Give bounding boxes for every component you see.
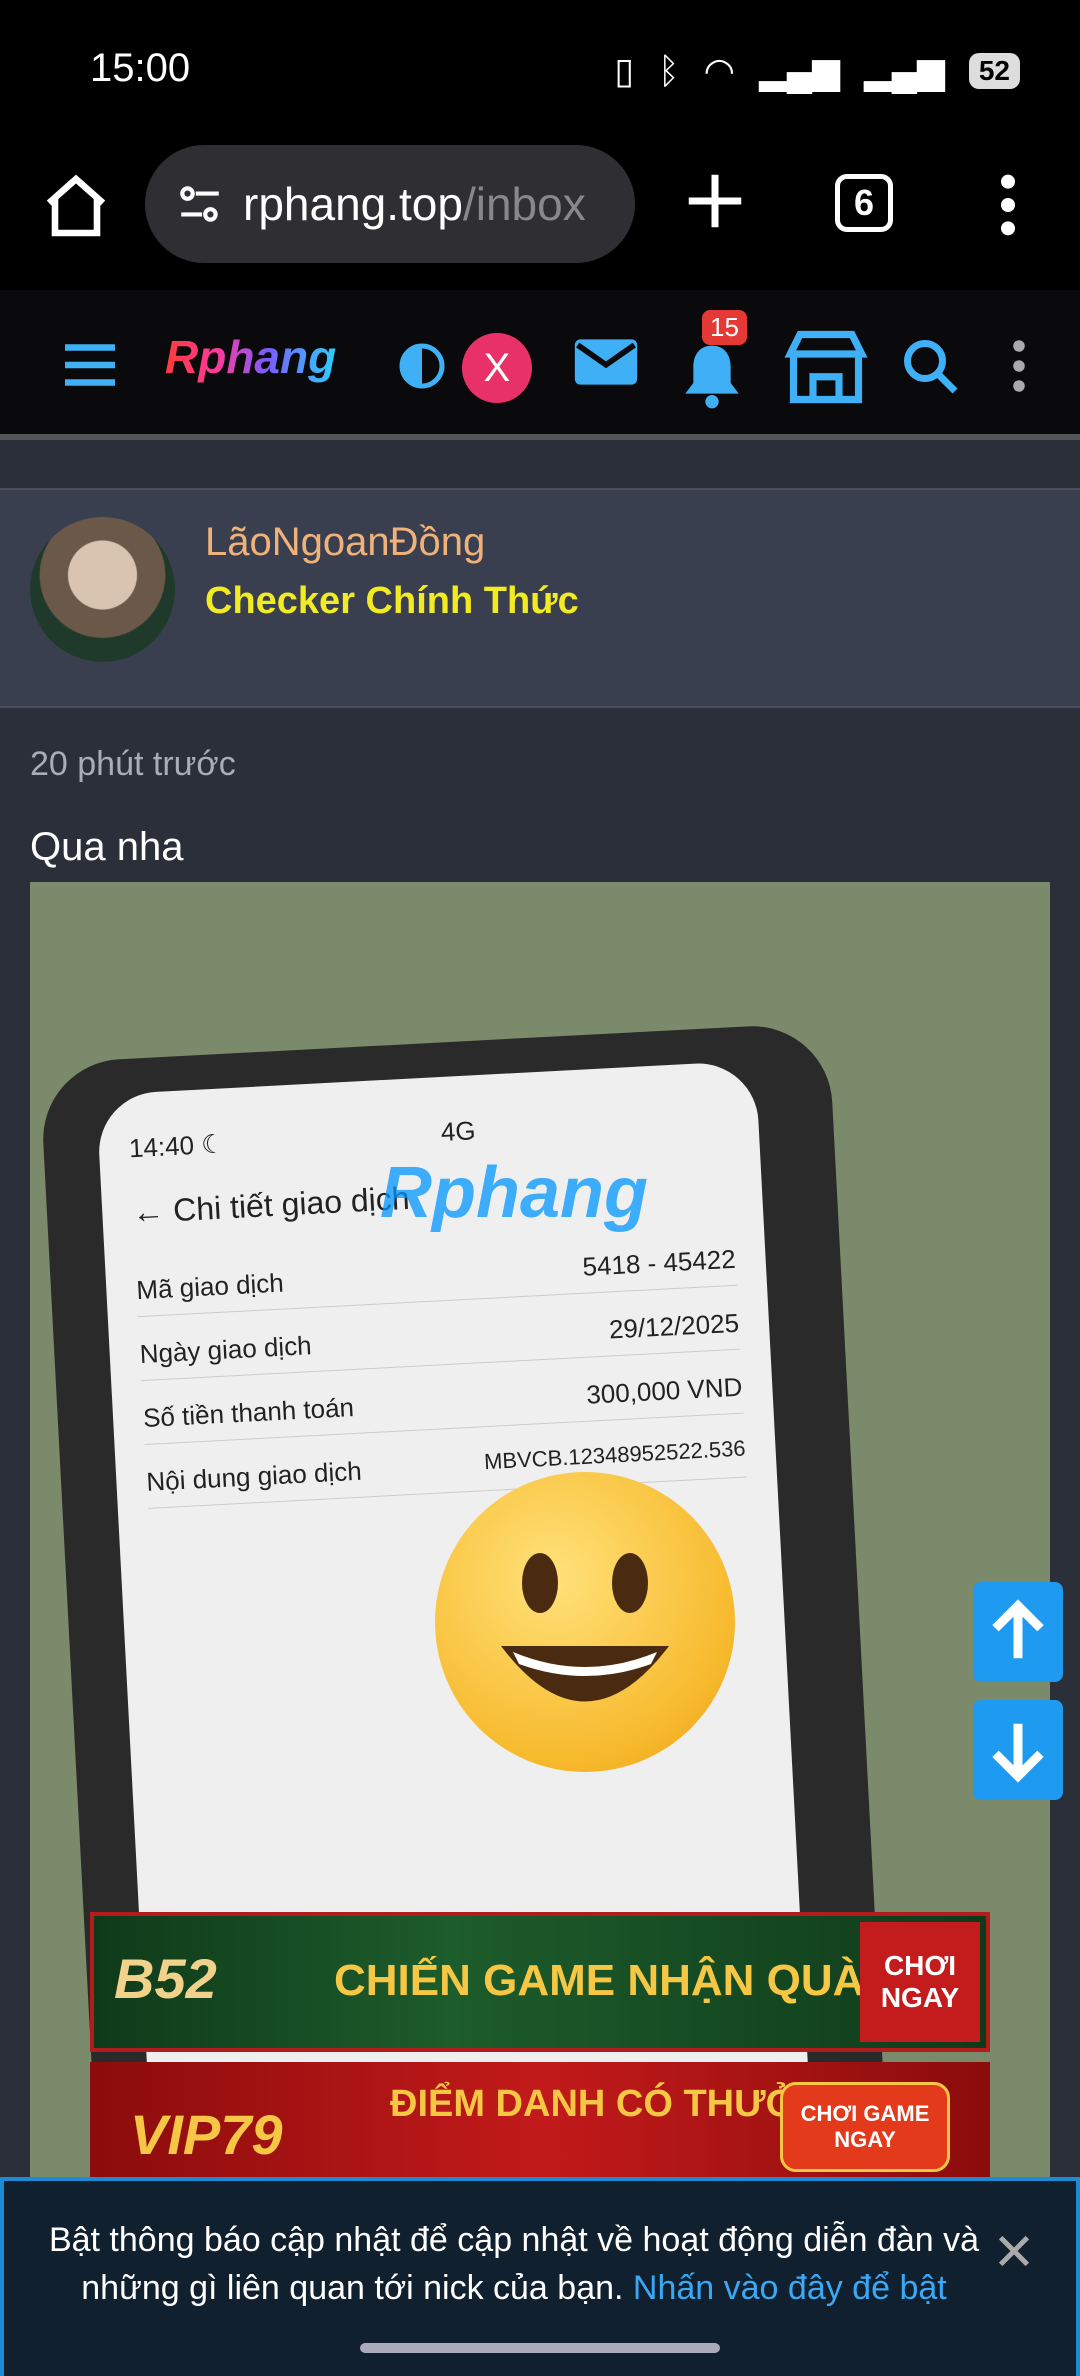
- author-username[interactable]: LãoNgoanĐồng: [205, 520, 485, 565]
- browser-toolbar: rphang.top/inbox 6: [0, 140, 1080, 290]
- gesture-handle[interactable]: [360, 2343, 720, 2353]
- mail-icon[interactable]: [572, 332, 640, 392]
- status-icons: ▯ ᛒ ◠ ▂▄▆ ▂▄▆ 52: [614, 50, 1020, 92]
- status-time: 15:00: [90, 46, 191, 90]
- arrow-up-icon: [992, 1599, 1044, 1659]
- post-author-block: LãoNgoanĐồng Checker Chính Thức: [0, 488, 1080, 708]
- banner-brand: VIP79: [130, 2103, 283, 2166]
- browser-menu-icon[interactable]: [990, 170, 1026, 240]
- url-text[interactable]: rphang.top/inbox: [243, 177, 586, 231]
- watermark-logo: Rphang: [380, 1153, 648, 1233]
- close-icon[interactable]: [994, 2231, 1034, 2271]
- phone-network: 4G: [440, 1115, 477, 1148]
- battery-icon: 52: [968, 53, 1020, 89]
- post-image[interactable]: 14:40 ☾ 4G ← Chi tiết giao dịch Mã giao …: [30, 882, 1050, 2182]
- x-badge[interactable]: X: [462, 333, 532, 403]
- phone-time: 14:40: [128, 1130, 195, 1164]
- author-title: Checker Chính Thức: [205, 580, 579, 622]
- wifi-icon: ◠: [703, 50, 736, 91]
- signal-icon: ▂▄▆: [759, 50, 840, 91]
- scroll-up-button[interactable]: [973, 1582, 1063, 1682]
- post-timestamp[interactable]: 20 phút trước: [30, 745, 236, 784]
- status-bar: 15:00 ▯ ᛒ ◠ ▂▄▆ ▂▄▆ 52: [0, 0, 1080, 140]
- signal-icon-2: ▂▄▆: [863, 50, 945, 91]
- ad-banner-b52[interactable]: B52 CHIẾN GAME NHẬN QUÀ CHƠI NGAY: [90, 1912, 990, 2052]
- smiley-emoji-icon: [435, 1472, 735, 1772]
- theme-toggle-icon[interactable]: [398, 342, 446, 390]
- store-icon[interactable]: [782, 328, 870, 406]
- post-body: Qua nha: [30, 825, 184, 869]
- banner-text: CHIẾN GAME NHẬN QUÀ: [334, 1956, 865, 2005]
- arrow-down-icon: [992, 1723, 1044, 1783]
- ad-banner-vip79[interactable]: VIP79 ĐIỂM DANH CÓ THƯỞNG CHƠI GAME NGAY: [90, 2062, 990, 2182]
- hamburger-menu-icon[interactable]: [60, 340, 120, 390]
- banner-brand: B52: [114, 1947, 217, 2010]
- vibrate-icon: ▯: [614, 50, 635, 91]
- tab-switcher-button[interactable]: 6: [835, 174, 893, 232]
- enable-notifications-link[interactable]: Nhấn vào đây để bật: [633, 2269, 947, 2307]
- address-bar[interactable]: rphang.top/inbox: [145, 145, 635, 263]
- avatar[interactable]: [30, 517, 175, 662]
- site-settings-icon[interactable]: [175, 179, 225, 229]
- home-icon[interactable]: [40, 170, 112, 242]
- site-menu-icon[interactable]: [1006, 336, 1032, 396]
- banner-play-button[interactable]: CHƠI NGAY: [860, 1922, 980, 2042]
- bluetooth-icon: ᛒ: [658, 50, 680, 91]
- bell-icon[interactable]: [680, 340, 744, 410]
- site-logo[interactable]: Rphang: [165, 330, 336, 384]
- search-icon[interactable]: [900, 336, 960, 396]
- scroll-down-button[interactable]: [973, 1700, 1063, 1800]
- notification-count-badge: 15: [702, 310, 747, 345]
- prompt-message: Bật thông báo cập nhật để cập nhật về ho…: [48, 2221, 980, 2307]
- screen-title: Chi tiết giao dịch: [172, 1179, 411, 1229]
- new-tab-icon[interactable]: [680, 166, 750, 236]
- site-header: Rphang X 15: [0, 290, 1080, 440]
- banner-play-button[interactable]: CHƠI GAME NGAY: [780, 2082, 950, 2172]
